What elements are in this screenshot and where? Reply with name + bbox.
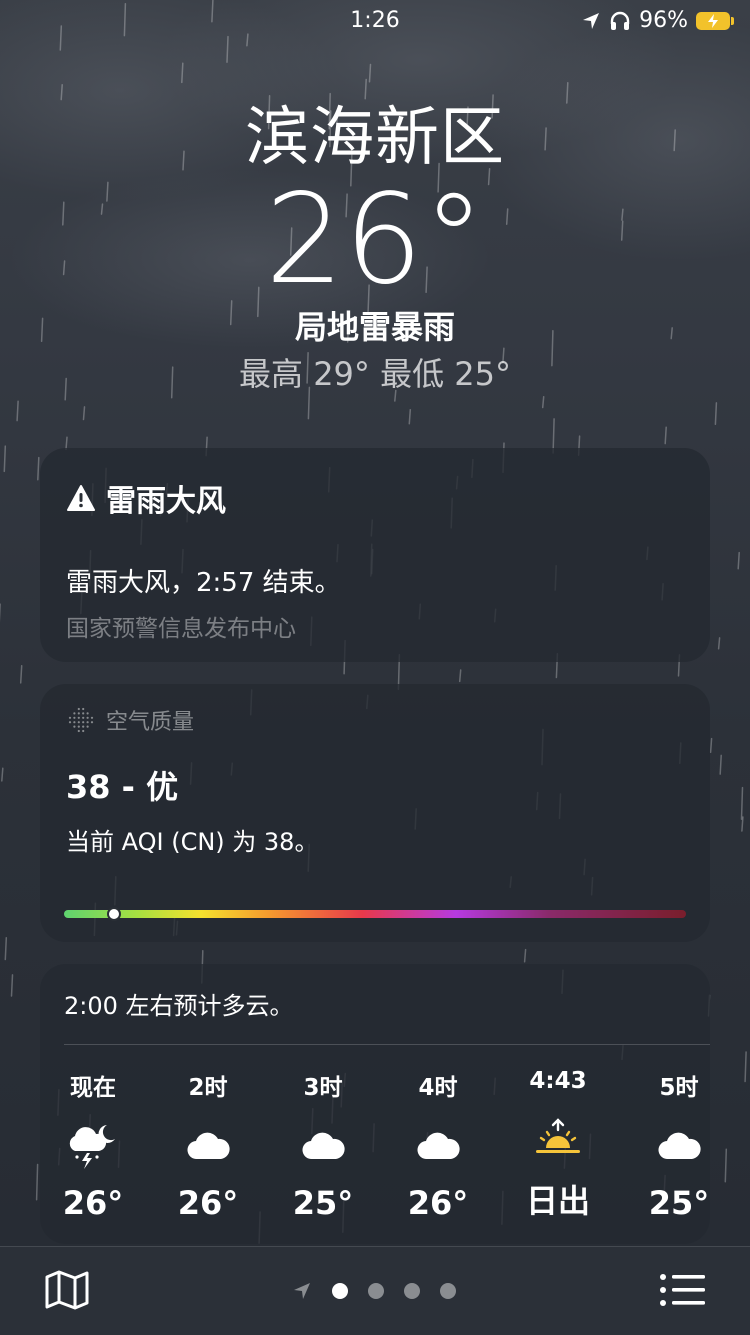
hourly-summary: 2:00 左右预计多云。 bbox=[64, 986, 294, 1021]
hourly-item: 2时 26° bbox=[162, 1068, 254, 1222]
location-arrow-icon bbox=[292, 1281, 312, 1301]
page-dot[interactable] bbox=[404, 1283, 420, 1299]
thunderstorm-moon-icon bbox=[47, 1120, 139, 1172]
hourly-time: 3时 bbox=[277, 1068, 369, 1102]
hourly-item: 4:43 日出 bbox=[512, 1068, 604, 1222]
hourly-time: 4时 bbox=[392, 1068, 484, 1102]
hourly-item: 5时 25° bbox=[633, 1068, 710, 1222]
status-bar: 1:26 96% bbox=[0, 0, 750, 44]
page-dot[interactable] bbox=[440, 1283, 456, 1299]
air-quality-icon bbox=[66, 705, 96, 735]
headphones-icon bbox=[609, 11, 631, 31]
hourly-item: 3时 25° bbox=[277, 1068, 369, 1222]
hourly-temp: 26° bbox=[392, 1184, 484, 1222]
hourly-temp: 26° bbox=[47, 1184, 139, 1222]
alert-title: 雷雨大风 bbox=[106, 476, 226, 520]
alert-source: 国家预警信息发布中心 bbox=[66, 609, 684, 643]
page-dot[interactable] bbox=[332, 1283, 348, 1299]
aqi-scale-bar bbox=[64, 910, 686, 918]
warning-icon bbox=[66, 484, 96, 512]
high-low-temperature: 最高 29° 最低 25° bbox=[0, 350, 750, 398]
hourly-temp: 日出 bbox=[512, 1176, 604, 1222]
hourly-temp: 26° bbox=[162, 1184, 254, 1222]
cloud-icon bbox=[633, 1120, 710, 1172]
hourly-time: 现在 bbox=[47, 1068, 139, 1102]
hourly-time: 5时 bbox=[633, 1068, 710, 1102]
page-dot[interactable] bbox=[368, 1283, 384, 1299]
cloud-icon bbox=[277, 1120, 369, 1172]
cloud-icon bbox=[162, 1120, 254, 1172]
hourly-item: 4时 26° bbox=[392, 1068, 484, 1222]
map-icon[interactable] bbox=[44, 1269, 90, 1311]
aqi-description: 当前 AQI (CN) 为 38。 bbox=[66, 822, 684, 857]
alert-message: 雷雨大风，2:57 结束。 bbox=[66, 562, 684, 599]
aqi-value: 38 - 优 bbox=[66, 762, 684, 808]
page-indicator[interactable] bbox=[292, 1281, 456, 1301]
current-temperature: 26° bbox=[0, 174, 750, 306]
current-weather: 滨海新区 26° 局地雷暴雨 最高 29° 最低 25° bbox=[0, 96, 750, 398]
aqi-indicator-dot bbox=[107, 907, 121, 921]
cloud-icon bbox=[392, 1120, 484, 1172]
air-quality-header: 空气质量 bbox=[106, 704, 194, 736]
list-icon[interactable] bbox=[660, 1273, 706, 1307]
location-arrow-icon bbox=[581, 11, 601, 31]
hourly-time: 4:43 bbox=[512, 1068, 604, 1094]
severe-weather-alert-card[interactable]: 雷雨大风 雷雨大风，2:57 结束。 国家预警信息发布中心 bbox=[40, 448, 710, 662]
hourly-forecast-card[interactable]: 2:00 左右预计多云。 现在 26° 2时 26° 3时 25° 4时 26° 4:43 日出 5… bbox=[40, 964, 710, 1244]
air-quality-card[interactable]: 空气质量 38 - 优 当前 AQI (CN) 为 38。 bbox=[40, 684, 710, 942]
hourly-temp: 25° bbox=[633, 1184, 710, 1222]
bottom-toolbar bbox=[0, 1246, 750, 1335]
battery-icon bbox=[696, 12, 734, 30]
weather-condition: 局地雷暴雨 bbox=[0, 304, 750, 350]
hourly-item: 现在 26° bbox=[47, 1068, 139, 1222]
hourly-time: 2时 bbox=[162, 1068, 254, 1102]
hourly-temp: 25° bbox=[277, 1184, 369, 1222]
sunrise-icon bbox=[512, 1112, 604, 1164]
divider bbox=[64, 1044, 710, 1045]
battery-percent: 96% bbox=[639, 8, 688, 33]
